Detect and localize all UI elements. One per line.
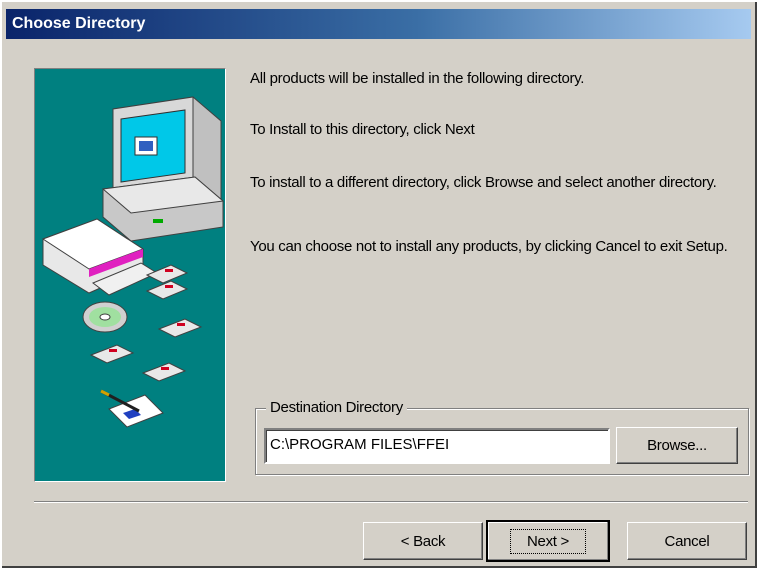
cd-icon [82, 301, 128, 333]
info-text-3: To install to a different directory, cli… [250, 174, 717, 191]
info-text-2: To Install to this directory, click Next [250, 121, 475, 138]
computer-setup-illustration-icon [41, 96, 225, 428]
button-separator [34, 501, 748, 503]
document-pen-icon [100, 389, 164, 428]
next-button[interactable]: Next > [486, 520, 610, 562]
info-text-1: All products will be installed in the fo… [250, 70, 585, 87]
cancel-button-label: Cancel [664, 532, 710, 550]
destination-path-field[interactable]: C:\PROGRAM FILES\FFEI [264, 428, 610, 464]
destination-directory-label: Destination Directory [266, 399, 407, 416]
monitor-icon [101, 96, 225, 242]
browse-button-label: Browse... [647, 437, 707, 454]
cancel-button[interactable]: Cancel [627, 522, 747, 560]
window-title: Choose Directory [12, 15, 146, 32]
browse-button[interactable]: Browse... [616, 427, 738, 464]
title-bar[interactable]: Choose Directory [6, 9, 751, 39]
setup-dialog: Choose Directory All products will be in… [2, 2, 757, 568]
info-text-4: You can choose not to install any produc… [250, 238, 728, 255]
back-button-label: < Back [400, 532, 446, 550]
back-button[interactable]: < Back [363, 522, 483, 560]
next-button-label: Next > [510, 528, 586, 554]
setup-illustration [34, 68, 226, 482]
